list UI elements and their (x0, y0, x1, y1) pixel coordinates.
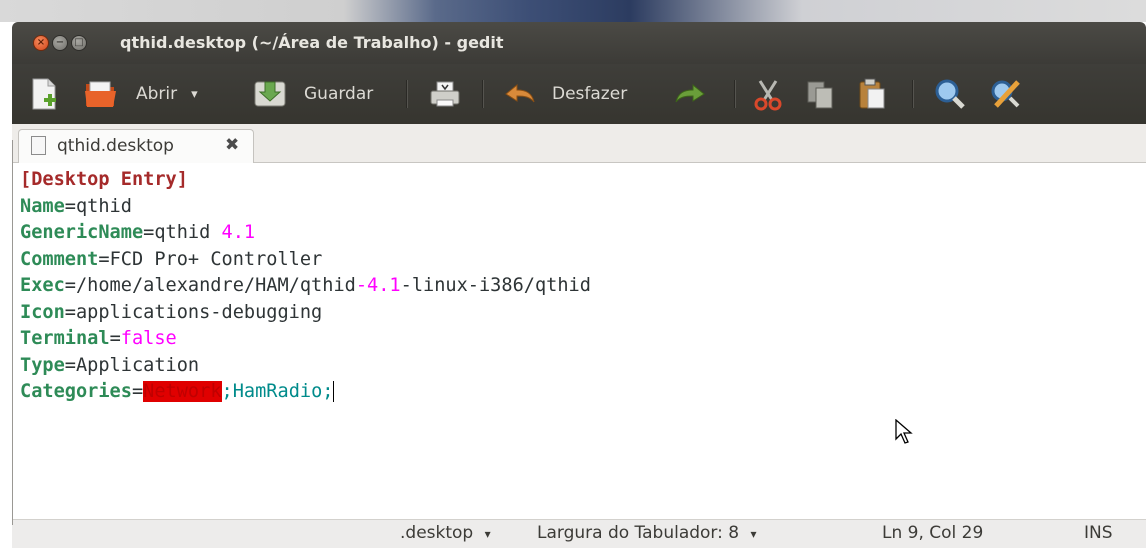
toolbar: Abrir ▾ Guardar Desfazer (12, 64, 1146, 124)
toolbar-separator (734, 80, 736, 108)
code-token: =FCD Pro+ Controller (98, 248, 323, 270)
code-token: Terminal (20, 328, 110, 349)
code-token: ;HamRadio; (221, 381, 334, 402)
paste-icon (859, 78, 885, 109)
minimize-window-button[interactable]: − (52, 35, 68, 51)
mouse-pointer-icon (895, 419, 913, 444)
code-line: Type=Application (20, 352, 199, 379)
code-line: Icon=applications-debugging (20, 299, 322, 326)
toolbar-separator (406, 80, 408, 108)
new-document-button[interactable] (26, 74, 62, 114)
find-replace-button[interactable] (988, 74, 1024, 114)
new-document-icon (32, 78, 56, 110)
open-label: Abrir (136, 84, 178, 104)
code-token: Exec (20, 275, 65, 296)
code-token: [Desktop Entry] (20, 169, 188, 190)
document-tab-bar: qthid.desktop ✖ (12, 124, 1146, 163)
cut-button[interactable] (750, 74, 786, 114)
text-file-icon (31, 136, 46, 155)
redo-icon (675, 83, 705, 103)
maximize-icon: □ (74, 37, 84, 48)
save-label: Guardar (304, 84, 374, 104)
folder-open-icon (85, 81, 116, 107)
gedit-window: × − □ qthid.desktop (~/Área de Trabalho)… (12, 22, 1146, 548)
chevron-down-icon: ▾ (484, 527, 491, 541)
code-token: -linux-i386/qthid (400, 275, 591, 296)
code-line: Terminal=false (20, 325, 177, 352)
code-token: Type (20, 354, 65, 376)
tab-width-label: Largura do Tabulador: 8 (537, 523, 740, 543)
print-icon (430, 81, 460, 107)
code-token: =qthid (64, 195, 132, 217)
cursor-position: Ln 9, Col 29 (882, 523, 984, 543)
maximize-window-button[interactable]: □ (71, 35, 87, 51)
text-caret (333, 381, 335, 402)
code-token: =Application (64, 354, 200, 376)
code-token: Comment (20, 248, 99, 270)
status-bar: .desktop ▾ Largura do Tabulador: 8 ▾ Ln … (12, 519, 1146, 548)
language-label: .desktop (400, 523, 474, 543)
minimize-icon: − (55, 37, 65, 48)
close-icon: × (36, 37, 46, 48)
tab-width-selector[interactable]: Largura do Tabulador: 8 ▾ (537, 523, 757, 543)
language-selector[interactable]: .desktop ▾ (400, 523, 491, 543)
undo-icon (505, 83, 535, 103)
code-token: Name (20, 195, 65, 217)
code-line: Categories=Network;HamRadio; (20, 378, 335, 405)
find-button[interactable] (932, 74, 968, 114)
copy-icon (807, 81, 833, 109)
code-token: false (120, 328, 177, 349)
print-button[interactable] (427, 74, 463, 114)
copy-button[interactable] (802, 74, 838, 114)
open-recent-dropdown-icon[interactable]: ▾ (191, 87, 198, 102)
code-token: Network (143, 381, 222, 402)
window-title: qthid.desktop (~/Área de Trabalho) - ged… (120, 33, 504, 52)
tab-label: qthid.desktop (57, 136, 174, 156)
undo-button[interactable]: Desfazer (502, 74, 627, 114)
code-line: Exec=/home/alexandre/HAM/qthid-4.1-linux… (20, 272, 591, 299)
code-line: GenericName=qthid 4.1 (20, 219, 255, 246)
code-token: =applications-debugging (64, 301, 323, 323)
code-token: -4.1 (355, 275, 401, 296)
code-token: 4.1 (221, 222, 256, 243)
code-token: Categories (20, 381, 132, 402)
code-token: =/home/alexandre/HAM/qthid (64, 275, 356, 296)
tab-qthid-desktop[interactable]: qthid.desktop ✖ (18, 129, 254, 163)
paste-button[interactable] (854, 74, 890, 114)
code-token: = (131, 381, 144, 402)
toolbar-separator (482, 80, 484, 108)
insert-mode: INS (1084, 523, 1113, 543)
text-editor-area[interactable]: [Desktop Entry] Name=qthid GenericName=qth… (12, 163, 1146, 519)
code-token: GenericName (20, 222, 144, 243)
find-replace-icon (991, 80, 1020, 108)
open-button[interactable]: Abrir ▾ (82, 74, 198, 114)
code-token: =qthid (143, 222, 222, 243)
code-line: Name=qthid (20, 193, 132, 220)
close-tab-icon[interactable]: ✖ (225, 135, 239, 155)
desktop-wallpaper (0, 0, 1146, 22)
undo-label: Desfazer (552, 84, 628, 104)
search-icon (935, 79, 965, 109)
code-token: Icon (20, 301, 65, 323)
window-left-edge (12, 140, 13, 525)
redo-button[interactable] (672, 74, 708, 114)
toolbar-separator (912, 80, 914, 108)
code-token: = (109, 328, 121, 349)
close-window-button[interactable]: × (33, 35, 49, 51)
chevron-down-icon: ▾ (750, 527, 757, 541)
title-bar[interactable]: × − □ qthid.desktop (~/Área de Trabalho)… (12, 22, 1146, 64)
scissors-icon (754, 80, 782, 111)
save-icon (254, 81, 286, 107)
code-line: [Desktop Entry] (20, 166, 188, 193)
code-line: Comment=FCD Pro+ Controller (20, 246, 322, 273)
save-button[interactable]: Guardar (252, 74, 373, 114)
